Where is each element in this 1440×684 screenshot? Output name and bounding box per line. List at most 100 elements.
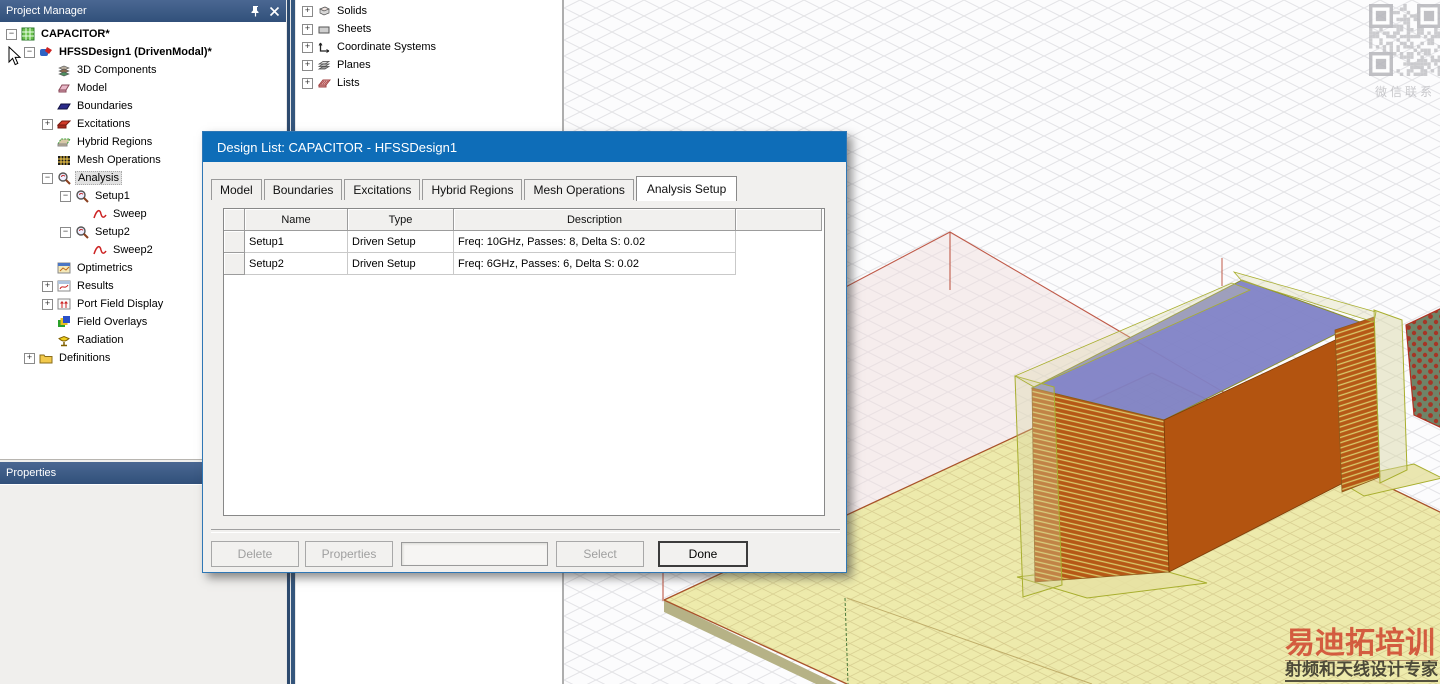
properties-title: Properties	[6, 467, 57, 479]
design-list-dialog: Design List: CAPACITOR - HFSSDesign1 Mod…	[202, 131, 847, 573]
expander-results[interactable]: +	[42, 280, 53, 292]
setup-row-setup2[interactable]: Setup2 Driven Setup Freq: 6GHz, Passes: 6,…	[224, 253, 824, 275]
tree-item-label: Planes	[337, 59, 371, 71]
tree-item-label: 3D Components	[77, 64, 157, 76]
column-header-empty	[224, 209, 245, 231]
tree-item-label: Excitations	[77, 118, 131, 130]
row-selector[interactable]	[224, 231, 245, 253]
expander-capacitor[interactable]: −	[6, 28, 17, 40]
brand-watermark: 易迪拓培训 射频和天线设计专家	[1285, 628, 1438, 682]
mesh-icon	[57, 153, 73, 167]
column-header-description: Description	[454, 209, 736, 231]
tree-item-boundaries[interactable]: Boundaries	[0, 97, 286, 115]
brand-name: 易迪拓培训	[1285, 628, 1438, 662]
tree-item-model[interactable]: Model	[0, 79, 286, 97]
design-icon	[39, 45, 55, 59]
tree-item-label: Sweep2	[113, 244, 153, 256]
tree-item-coordinate-systems[interactable]: + Coordinate Systems	[296, 38, 562, 56]
capacitor-right-electrodes	[1334, 316, 1381, 493]
dialog-tabs: Model Boundaries Excitations Hybrid Regions…	[211, 176, 739, 201]
folder-icon	[39, 351, 55, 365]
tab-mesh-operations[interactable]: Mesh Operations	[524, 179, 634, 200]
sweep-icon	[93, 207, 109, 221]
expander-hfssdesign1-drivenmodal[interactable]: −	[24, 46, 35, 58]
expander-analysis[interactable]: −	[42, 172, 53, 184]
expander-setup2[interactable]: −	[60, 226, 71, 238]
project-icon	[21, 27, 37, 41]
tree-item-hfssdesign1-drivenmodal[interactable]: − HFSSDesign1 (DrivenModal)*	[0, 43, 286, 61]
expander-definitions[interactable]: +	[24, 352, 35, 364]
column-header-empty	[736, 209, 822, 231]
setup-icon	[75, 225, 91, 239]
hfss-window: Project Manager − CAPACITOR* − HFSSDesign1 …	[0, 0, 1440, 684]
boundaries-icon	[57, 99, 73, 113]
delete-button[interactable]: Delete	[211, 541, 299, 567]
tab-hybrid-regions[interactable]: Hybrid Regions	[422, 179, 523, 200]
tree-item-sheets[interactable]: + Sheets	[296, 20, 562, 38]
cell-type: Driven Setup	[348, 231, 454, 253]
done-button[interactable]: Done	[658, 541, 748, 567]
cell-description: Freq: 6GHz, Passes: 6, Delta S: 0.02	[454, 253, 736, 275]
tree-item-label: Definitions	[59, 352, 111, 364]
cell-description: Freq: 10GHz, Passes: 8, Delta S: 0.02	[454, 231, 736, 253]
properties-button[interactable]: Properties	[305, 541, 393, 567]
dialog-titlebar[interactable]: Design List: CAPACITOR - HFSSDesign1	[203, 132, 846, 162]
tree-item-lists[interactable]: + Lists	[296, 74, 562, 92]
sweep-icon	[93, 243, 109, 257]
tree-item-label: Model	[77, 82, 107, 94]
overlays-icon	[57, 315, 73, 329]
setup-row-setup1[interactable]: Setup1 Driven Setup Freq: 10GHz, Passes: 8…	[224, 231, 824, 253]
expander-setup1[interactable]: −	[60, 190, 71, 202]
brand-tagline: 射频和天线设计专家	[1285, 661, 1438, 682]
tree-item-label: CAPACITOR*	[41, 28, 110, 40]
column-header-type: Type	[348, 209, 454, 231]
qr-watermark: 微信联系	[1368, 4, 1440, 100]
tree-item-capacitor[interactable]: − CAPACITOR*	[0, 25, 286, 43]
expander-sheets[interactable]: +	[302, 23, 313, 35]
tab-analysis-setup[interactable]: Analysis Setup	[635, 176, 738, 201]
cell-name: Setup2	[245, 253, 348, 275]
expander-coordinate-systems[interactable]: +	[302, 41, 313, 53]
tree-item-label: Mesh Operations	[77, 154, 161, 166]
tab-excitations[interactable]: Excitations	[344, 179, 421, 200]
pin-icon[interactable]	[250, 5, 261, 17]
tree-item-label: Optimetrics	[77, 262, 133, 274]
tree-item-label: Sweep	[113, 208, 147, 220]
tab-model[interactable]: Model	[211, 179, 262, 200]
tree-item-label: Sheets	[337, 23, 372, 35]
lists-icon	[317, 76, 333, 90]
tree-item-label: Lists	[337, 77, 360, 89]
project-manager-title: Project Manager	[6, 5, 87, 17]
expander-port-field-display[interactable]: +	[42, 298, 53, 310]
expander-planes[interactable]: +	[302, 59, 313, 71]
tree-item-label: Boundaries	[77, 100, 133, 112]
coordsys-icon	[317, 40, 333, 54]
tree-item-label: Results	[77, 280, 114, 292]
terminal-cap-right	[1373, 309, 1408, 484]
tab-boundaries[interactable]: Boundaries	[263, 179, 343, 200]
portfield-icon	[57, 297, 73, 311]
select-button[interactable]: Select	[556, 541, 644, 567]
tree-item-label: HFSSDesign1 (DrivenModal)*	[59, 46, 212, 58]
tree-item-label: Radiation	[77, 334, 124, 346]
setup-icon	[75, 189, 91, 203]
tree-item-label: Coordinate Systems	[337, 41, 437, 53]
setup-list[interactable]: Name Type Description Setup1 Driven Setup Fr…	[223, 208, 825, 516]
expander-solids[interactable]: +	[302, 5, 313, 17]
expander-lists[interactable]: +	[302, 77, 313, 89]
optimetrics-icon	[57, 261, 73, 275]
qr-code-icon	[1369, 4, 1440, 76]
tree-item-label: Field Overlays	[77, 316, 148, 328]
tree-item-solids[interactable]: + Solids	[296, 2, 562, 20]
model-icon	[57, 81, 73, 95]
solids-icon	[317, 4, 333, 18]
expander-excitations[interactable]: +	[42, 118, 53, 130]
cell-type: Driven Setup	[348, 253, 454, 275]
project-manager-titlebar[interactable]: Project Manager	[0, 0, 286, 22]
close-icon[interactable]	[269, 6, 280, 17]
analysis-icon	[57, 171, 73, 185]
tree-item-planes[interactable]: + Planes	[296, 56, 562, 74]
row-selector[interactable]	[224, 253, 245, 275]
dialog-text-input[interactable]	[401, 542, 548, 566]
tree-item-3d-components[interactable]: 3D Components	[0, 61, 286, 79]
